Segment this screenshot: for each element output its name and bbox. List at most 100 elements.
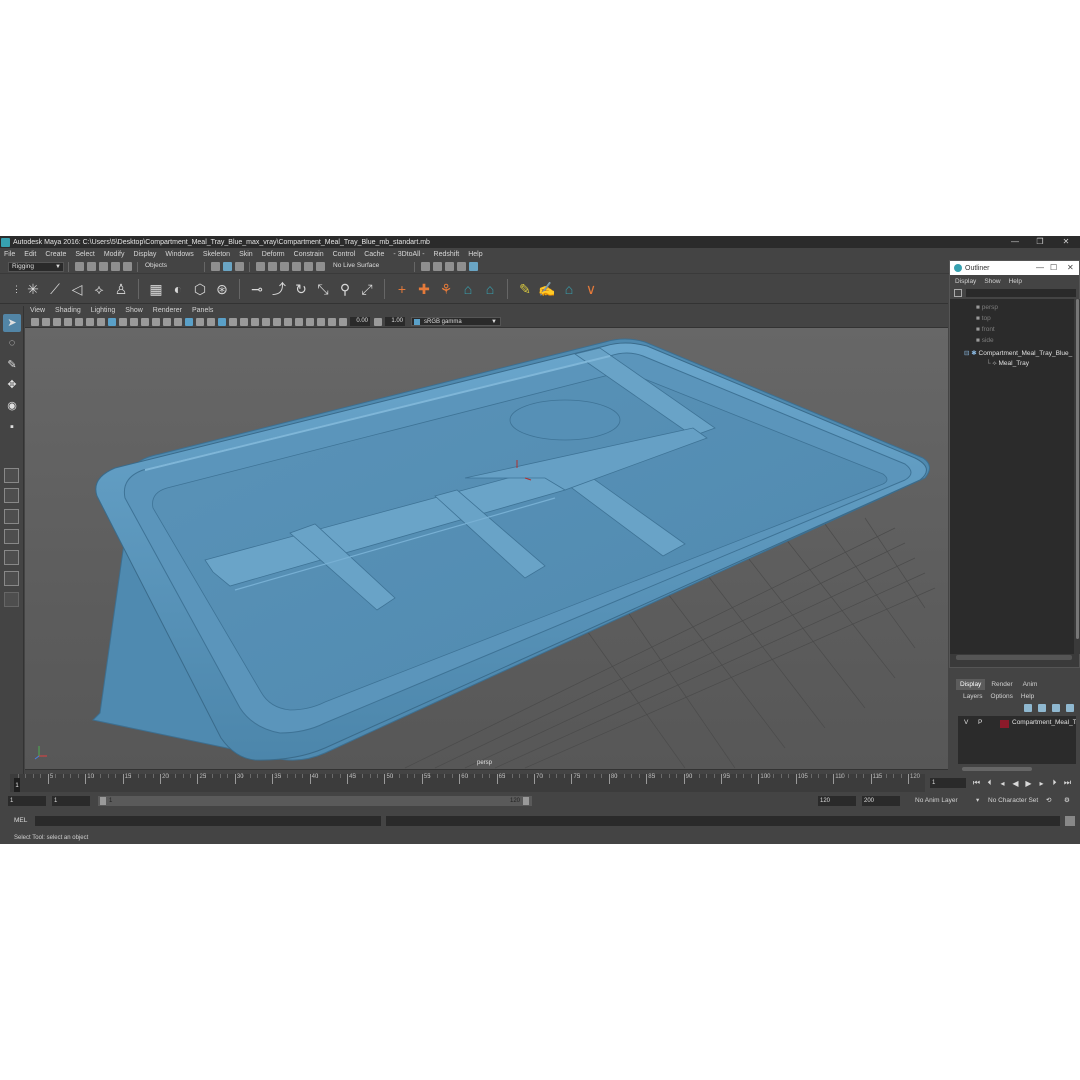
outliner-menu-show[interactable]: Show: [984, 278, 1000, 285]
film-gate-icon[interactable]: [107, 317, 116, 326]
default-material-icon[interactable]: [195, 317, 204, 326]
step-forward-key-icon[interactable]: ⏵: [1048, 778, 1061, 788]
hypershade-icon[interactable]: [468, 262, 478, 271]
move-tool-icon[interactable]: ✥: [3, 376, 21, 394]
gate-mask-icon[interactable]: [129, 317, 138, 326]
auto-key-icon[interactable]: ⟲: [1046, 796, 1051, 806]
bind-skin-icon[interactable]: ▦: [147, 280, 165, 298]
viewport-menu-view[interactable]: View: [30, 307, 45, 314]
outliner-item-compartment-meal-tray-blue[interactable]: ⊟ ✱ Compartment_Meal_Tray_Blue_: [964, 349, 1072, 357]
layer-menu-options[interactable]: Options: [991, 693, 1013, 700]
mirror-joint-icon[interactable]: ⟡: [90, 280, 108, 298]
shelf-tab-handle-icon[interactable]: ⋮: [12, 280, 21, 298]
menu-display[interactable]: Display: [133, 251, 156, 258]
maximize-button[interactable]: ❐: [1028, 236, 1052, 248]
command-input[interactable]: [35, 816, 381, 826]
step-forward-frame-icon[interactable]: ▸: [1035, 779, 1048, 788]
sculpt-icon[interactable]: ⚘: [437, 280, 455, 298]
layer-visibility-toggle[interactable]: V: [964, 719, 968, 726]
viewport-menu-panels[interactable]: Panels: [192, 307, 213, 314]
outliner-item-top[interactable]: ■ top: [976, 315, 991, 322]
shadows-icon[interactable]: [239, 317, 248, 326]
filter-icon[interactable]: [954, 289, 962, 297]
outliner-item-meal-tray[interactable]: └ ⟡ Meal_Tray: [986, 360, 1029, 368]
ik-spline-icon[interactable]: ◁: [68, 280, 86, 298]
viewport-menu-lighting[interactable]: Lighting: [91, 307, 116, 314]
layer-color-swatch[interactable]: [1000, 720, 1009, 728]
selection-mode-dropdown[interactable]: Objects: [142, 261, 200, 272]
live-surface-field[interactable]: No Live Surface: [330, 261, 410, 272]
gamma-field[interactable]: 1.00: [385, 317, 405, 326]
graph-layout-icon[interactable]: [4, 550, 19, 565]
render-current-icon[interactable]: [432, 262, 442, 271]
range-end-handle[interactable]: [523, 797, 529, 805]
persp-outliner-layout-icon[interactable]: [4, 571, 19, 586]
isolate-select-icon[interactable]: [294, 317, 303, 326]
single-pane-layout-icon[interactable]: [4, 468, 19, 483]
ipr-render-icon[interactable]: [444, 262, 454, 271]
two-pane-layout-icon[interactable]: [4, 509, 19, 524]
xray-components-icon[interactable]: [327, 317, 336, 326]
safe-title-icon[interactable]: [162, 317, 171, 326]
point-constraint-icon[interactable]: ⤴: [270, 280, 288, 298]
open-scene-icon[interactable]: [86, 262, 96, 271]
step-back-key-icon[interactable]: ⏴: [983, 778, 996, 788]
hik-control-icon[interactable]: ⌂: [560, 280, 578, 298]
outliner-item-side[interactable]: ■ side: [976, 337, 994, 344]
anim-layer-dropdown[interactable]: No Anim Layer: [915, 796, 958, 806]
anti-aliasing-icon[interactable]: [272, 317, 281, 326]
select-tool-icon[interactable]: ➤: [3, 314, 21, 332]
new-layer-selected-icon[interactable]: [1066, 704, 1074, 712]
script-language-toggle[interactable]: MEL: [6, 816, 32, 826]
motion-blur-icon[interactable]: [261, 317, 270, 326]
hik-icon[interactable]: ⌂: [459, 280, 477, 298]
outliner-menu-help[interactable]: Help: [1009, 278, 1022, 285]
viewport-menu-shading[interactable]: Shading: [55, 307, 81, 314]
camera-select-icon[interactable]: [41, 317, 50, 326]
end-time-field[interactable]: 200: [862, 796, 900, 806]
select-object-icon[interactable]: [222, 262, 232, 271]
layer-tab-render[interactable]: Render: [987, 679, 1016, 690]
grid-icon[interactable]: [96, 317, 105, 326]
locator-joint-icon[interactable]: ✚: [415, 280, 433, 298]
snap-live-icon[interactable]: [315, 262, 325, 271]
range-bar[interactable]: 1 120: [98, 796, 532, 806]
playback-end-field[interactable]: 120: [818, 796, 856, 806]
custom-layout-icon[interactable]: [4, 592, 19, 607]
save-scene-icon[interactable]: [98, 262, 108, 271]
scale-tool-icon[interactable]: ▪: [3, 418, 21, 436]
outliner-maximize-button[interactable]: ☐: [1050, 261, 1057, 275]
wireframe-icon[interactable]: [173, 317, 182, 326]
script-editor-icon[interactable]: [1065, 816, 1075, 826]
menu-cache[interactable]: Cache: [364, 251, 384, 258]
play-backwards-icon[interactable]: ◀: [1009, 779, 1022, 788]
layer-tab-anim[interactable]: Anim: [1019, 679, 1042, 690]
xray-icon[interactable]: [305, 317, 314, 326]
screen-space-ao-icon[interactable]: [250, 317, 259, 326]
viewport-menu-renderer[interactable]: Renderer: [153, 307, 182, 314]
safe-action-icon[interactable]: [151, 317, 160, 326]
grease-pencil-icon[interactable]: [85, 317, 94, 326]
play-forwards-icon[interactable]: ▶: [1022, 779, 1035, 788]
snap-curve-icon[interactable]: [267, 262, 277, 271]
menu-3dtoall[interactable]: - 3DtoAll -: [393, 251, 424, 258]
menu-select[interactable]: Select: [75, 251, 94, 258]
select-component-icon[interactable]: [234, 262, 244, 271]
layer-row[interactable]: V P Compartment_Meal_Tr: [958, 719, 1076, 729]
layer-menu-layers[interactable]: Layers: [963, 693, 983, 700]
render-view-icon[interactable]: [420, 262, 430, 271]
image-plane-icon[interactable]: [63, 317, 72, 326]
menu-deform[interactable]: Deform: [262, 251, 285, 258]
outliner-close-button[interactable]: ✕: [1067, 261, 1074, 275]
parent-constraint-icon[interactable]: ⊸: [248, 280, 266, 298]
quick-rig-icon[interactable]: ♙: [112, 280, 130, 298]
new-layer-icon[interactable]: [1052, 704, 1060, 712]
menu-skeleton[interactable]: Skeleton: [203, 251, 230, 258]
step-back-frame-icon[interactable]: ◂: [996, 779, 1009, 788]
bookmark-icon[interactable]: [52, 317, 61, 326]
snap-grid-icon[interactable]: [255, 262, 265, 271]
new-scene-icon[interactable]: [74, 262, 84, 271]
outliner-search-input[interactable]: [966, 289, 1076, 297]
aim-constraint-icon[interactable]: ⚲: [336, 280, 354, 298]
use-all-lights-icon[interactable]: [228, 317, 237, 326]
